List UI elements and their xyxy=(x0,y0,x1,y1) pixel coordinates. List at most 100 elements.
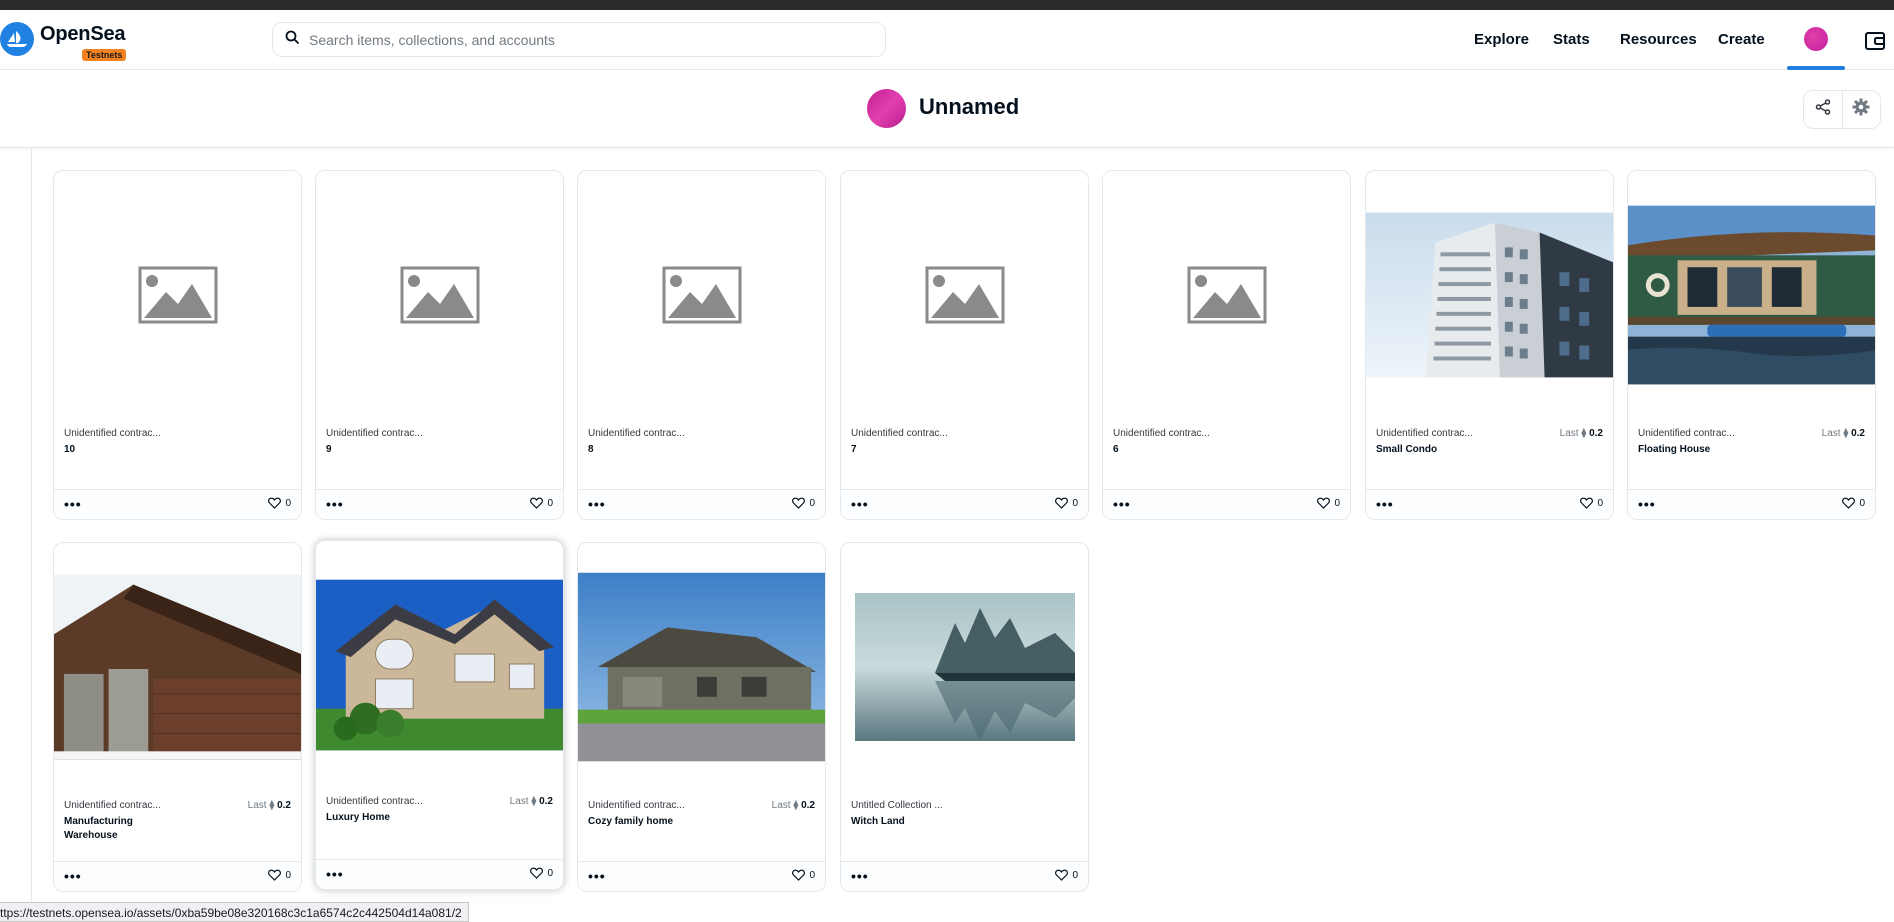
more-options-icon[interactable]: ••• xyxy=(64,868,82,884)
heart-icon xyxy=(1317,497,1331,509)
gear-icon xyxy=(1852,98,1870,121)
heart-icon xyxy=(268,869,282,881)
more-options-icon[interactable]: ••• xyxy=(851,496,869,512)
nft-image-placeholder xyxy=(54,171,301,419)
nft-image xyxy=(316,541,563,789)
more-options-icon[interactable]: ••• xyxy=(851,868,869,884)
favorite-button[interactable]: 0 xyxy=(1317,497,1340,509)
favorite-button[interactable]: 0 xyxy=(530,497,553,509)
nft-card[interactable]: Unidentified contrac... Last ⧫ 0.2 Luxur… xyxy=(315,540,564,890)
favorite-count: 0 xyxy=(547,497,553,509)
heart-icon xyxy=(792,497,806,509)
nft-title: 7 xyxy=(851,444,857,455)
search-input[interactable] xyxy=(309,31,849,48)
eth-icon: ⧫ xyxy=(531,796,537,807)
heart-icon xyxy=(1580,497,1594,509)
nav-explore[interactable]: Explore xyxy=(1474,31,1529,48)
favorite-button[interactable]: 0 xyxy=(268,497,291,509)
search-icon xyxy=(285,30,299,49)
image-placeholder-icon xyxy=(138,266,217,324)
nav-stats[interactable]: Stats xyxy=(1553,31,1590,48)
nft-card[interactable]: Unidentified contrac... Last ⧫ 0.2 Float… xyxy=(1627,170,1876,520)
more-options-icon[interactable]: ••• xyxy=(1376,496,1394,512)
more-options-icon[interactable]: ••• xyxy=(588,868,606,884)
profile-avatar-button[interactable] xyxy=(1804,27,1828,51)
nft-title: 8 xyxy=(588,444,594,455)
nft-card[interactable]: Unidentified contrac... 10 ••• 0 xyxy=(53,170,302,520)
image-placeholder-icon xyxy=(925,266,1004,324)
nft-card[interactable]: Unidentified contrac... 8 ••• 0 xyxy=(577,170,826,520)
wallet-icon[interactable] xyxy=(1864,31,1886,56)
settings-button[interactable] xyxy=(1841,91,1880,128)
nft-title: Cozy family home xyxy=(588,816,674,827)
nft-image xyxy=(1628,171,1875,419)
last-sale-price: 0.2 xyxy=(1589,428,1603,439)
favorite-button[interactable]: 0 xyxy=(530,867,553,879)
browser-top-strip xyxy=(0,0,1894,10)
last-sale: Last ⧫ 0.2 xyxy=(510,796,553,807)
nft-collection-name[interactable]: Unidentified contrac... xyxy=(64,428,291,439)
profile-avatar xyxy=(867,89,906,128)
nft-collection-name[interactable]: Unidentified contrac... xyxy=(588,428,815,439)
last-sale: Last ⧫ 0.2 xyxy=(1560,428,1603,439)
more-options-icon[interactable]: ••• xyxy=(64,496,82,512)
nft-card[interactable]: Unidentified contrac... 6 ••• 0 xyxy=(1102,170,1351,520)
more-options-icon[interactable]: ••• xyxy=(326,496,344,512)
brand-name: OpenSea xyxy=(40,22,126,45)
more-options-icon[interactable]: ••• xyxy=(1113,496,1131,512)
nft-title: Witch Land xyxy=(851,816,905,827)
nft-image xyxy=(54,543,301,791)
nft-collection-name[interactable]: Unidentified contrac... xyxy=(851,428,1078,439)
favorite-button[interactable]: 0 xyxy=(792,869,815,881)
nft-collection-name[interactable]: Unidentified contrac... xyxy=(326,428,553,439)
nav-create[interactable]: Create xyxy=(1718,31,1765,48)
last-sale-price: 0.2 xyxy=(539,796,553,807)
last-sale-price: 0.2 xyxy=(1851,428,1865,439)
nft-card[interactable]: Unidentified contrac... Last ⧫ 0.2 Manuf… xyxy=(53,542,302,892)
nft-image-placeholder xyxy=(578,171,825,419)
favorite-button[interactable]: 0 xyxy=(1580,497,1603,509)
condo-image xyxy=(1366,212,1613,378)
last-sale-label: Last xyxy=(1559,428,1579,439)
nav-resources[interactable]: Resources xyxy=(1620,31,1697,48)
nft-card[interactable]: Unidentified contrac... Last ⧫ 0.2 Small… xyxy=(1365,170,1614,520)
search-bar[interactable] xyxy=(272,22,886,57)
last-sale-label: Last xyxy=(1821,428,1841,439)
heart-icon xyxy=(268,497,282,509)
nft-title: 10 xyxy=(64,444,76,455)
eth-icon: ⧫ xyxy=(793,800,799,811)
nft-title: 9 xyxy=(326,444,332,455)
share-button[interactable] xyxy=(1804,91,1842,128)
image-placeholder-icon xyxy=(662,266,741,324)
cozy-home-image xyxy=(578,572,825,762)
favorite-button[interactable]: 0 xyxy=(1842,497,1865,509)
card-footer: ••• 0 xyxy=(841,861,1088,891)
nft-collection-name[interactable]: Unidentified contrac... xyxy=(1113,428,1340,439)
favorite-button[interactable]: 0 xyxy=(792,497,815,509)
misty-lake-image xyxy=(854,593,1075,741)
nft-card[interactable]: Unidentified contrac... Last ⧫ 0.2 Cozy … xyxy=(577,542,826,892)
last-sale-price: 0.2 xyxy=(801,800,815,811)
eth-icon: ⧫ xyxy=(1843,428,1849,439)
nft-card[interactable]: Unidentified contrac... 9 ••• 0 xyxy=(315,170,564,520)
favorite-button[interactable]: 0 xyxy=(268,869,291,881)
favorite-button[interactable]: 0 xyxy=(1055,497,1078,509)
card-footer: ••• 0 xyxy=(841,489,1088,519)
card-footer: ••• 0 xyxy=(316,859,563,889)
nft-image xyxy=(578,543,825,791)
nft-title: 6 xyxy=(1113,444,1119,455)
image-placeholder-icon xyxy=(1187,266,1266,324)
more-options-icon[interactable]: ••• xyxy=(326,866,344,882)
profile-actions xyxy=(1803,90,1881,129)
nft-image xyxy=(1366,171,1613,419)
card-footer: ••• 0 xyxy=(578,861,825,891)
nft-card[interactable]: Unidentified contrac... 7 ••• 0 xyxy=(840,170,1089,520)
nft-card[interactable]: Untitled Collection ... Witch Land ••• 0 xyxy=(840,542,1089,892)
heart-icon xyxy=(1842,497,1856,509)
more-options-icon[interactable]: ••• xyxy=(588,496,606,512)
favorite-button[interactable]: 0 xyxy=(1055,869,1078,881)
nft-collection-name[interactable]: Untitled Collection ... xyxy=(851,800,1078,811)
card-footer: ••• 0 xyxy=(1103,489,1350,519)
eth-icon: ⧫ xyxy=(269,800,275,811)
more-options-icon[interactable]: ••• xyxy=(1638,496,1656,512)
